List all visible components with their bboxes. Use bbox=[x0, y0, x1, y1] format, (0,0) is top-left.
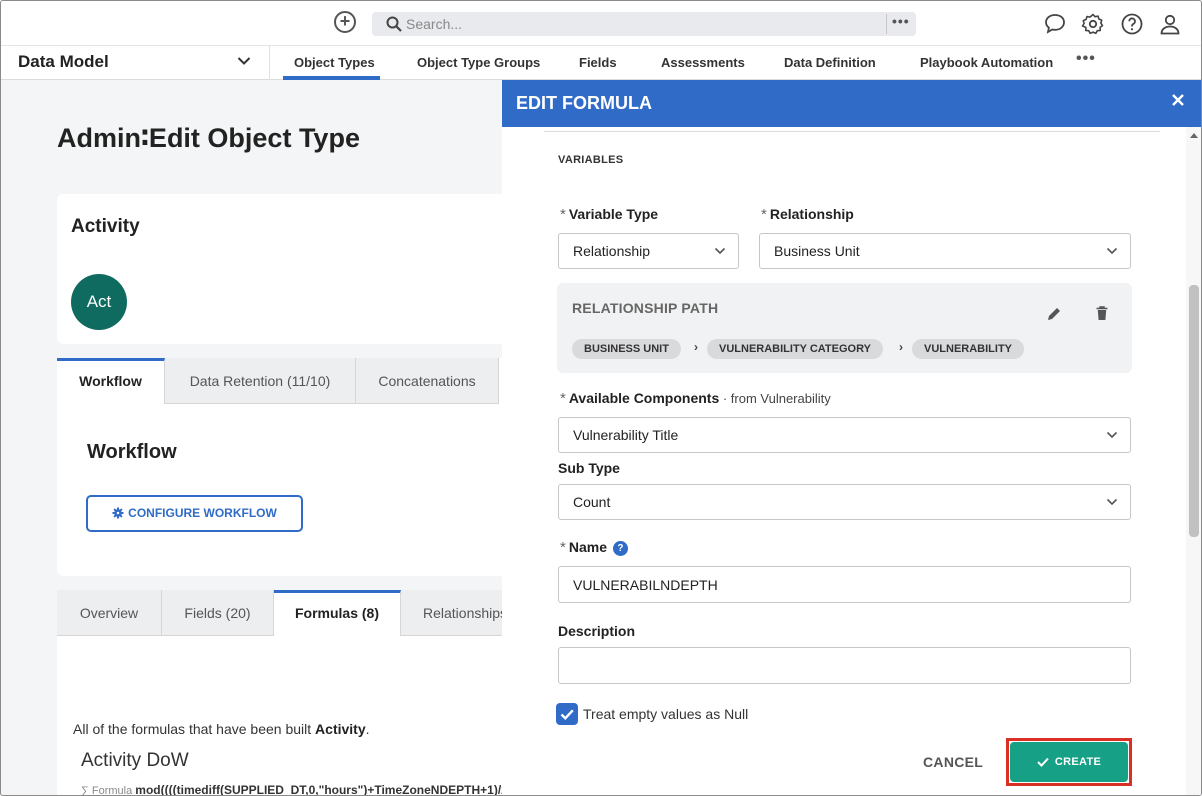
check-icon bbox=[560, 709, 574, 721]
treat-empty-checkbox[interactable] bbox=[556, 703, 578, 725]
sub-type-label: Sub Type bbox=[558, 460, 620, 476]
edit-formula-panel: EDIT FORMULA VARIABLES * Variable Type Re… bbox=[502, 80, 1201, 795]
description-input[interactable] bbox=[558, 647, 1131, 684]
panel-header: EDIT FORMULA bbox=[502, 80, 1201, 127]
detail-tabs: Overview Fields (20) Formulas (8) Relati… bbox=[57, 590, 517, 636]
trash-icon[interactable] bbox=[1094, 305, 1110, 321]
formulas-intro: All of the formulas that have been built… bbox=[73, 721, 370, 737]
workflow-heading: Workflow bbox=[87, 441, 177, 463]
name-input[interactable] bbox=[558, 566, 1131, 603]
relationship-path-box: RELATIONSHIP PATH BUSINESS UNIT › VULNER… bbox=[557, 283, 1132, 373]
settings-icon[interactable] bbox=[1081, 12, 1105, 36]
help-icon[interactable] bbox=[1120, 12, 1144, 36]
check-icon bbox=[1037, 757, 1049, 767]
path-chip: VULNERABILITY bbox=[912, 339, 1024, 359]
page-title: Admin∶Edit Object Type bbox=[57, 123, 360, 153]
object-type-card: Activity Act bbox=[57, 194, 517, 344]
sub-type-select[interactable]: Count bbox=[558, 484, 1131, 520]
divider bbox=[544, 131, 1160, 132]
formula-name[interactable]: Activity DoW bbox=[81, 750, 189, 772]
formula-expression: ∑ Formula mod((((timediff(SUPPLIED_DT,0,… bbox=[81, 783, 533, 796]
nav-tab-data-definition[interactable]: Data Definition bbox=[784, 55, 876, 70]
name-label: * Name? bbox=[560, 539, 628, 556]
nav-divider bbox=[269, 46, 270, 80]
panel-title: EDIT FORMULA bbox=[516, 93, 652, 113]
close-icon[interactable] bbox=[1170, 92, 1186, 108]
search-bar[interactable]: ••• bbox=[372, 12, 916, 36]
search-divider bbox=[886, 14, 887, 34]
chat-icon[interactable] bbox=[1043, 12, 1067, 36]
avatar: Act bbox=[71, 274, 127, 330]
create-label: CREATE bbox=[1054, 756, 1102, 768]
tab-formulas[interactable]: Formulas (8) bbox=[274, 590, 401, 636]
relationship-path-label: RELATIONSHIP PATH bbox=[572, 300, 719, 316]
chevron-down-icon bbox=[714, 247, 726, 255]
chevron-down-icon[interactable] bbox=[237, 56, 251, 66]
object-type-name: Activity bbox=[71, 216, 140, 237]
path-chip: VULNERABILITY CATEGORY bbox=[707, 339, 883, 359]
help-icon[interactable]: ? bbox=[612, 541, 628, 556]
tab-fields[interactable]: Fields (20) bbox=[162, 590, 274, 636]
nav-tab-object-type-groups[interactable]: Object Type Groups bbox=[417, 55, 540, 70]
configure-workflow-label: CONFIGURE WORKFLOW bbox=[128, 506, 277, 520]
nav-bar: Data Model Object Types Object Type Grou… bbox=[1, 45, 1201, 80]
add-icon[interactable]: + bbox=[334, 11, 356, 33]
chevron-down-icon bbox=[1106, 498, 1118, 506]
relationship-label: * Relationship bbox=[761, 206, 854, 223]
tab-relationships[interactable]: Relationships bbox=[401, 590, 517, 636]
chevron-down-icon bbox=[1106, 247, 1118, 255]
configure-workflow-button[interactable]: CONFIGURE WORKFLOW bbox=[86, 495, 303, 532]
nav-tab-playbook-automation[interactable]: Playbook Automation bbox=[920, 55, 1053, 70]
create-button[interactable]: CREATE bbox=[1010, 742, 1128, 782]
tab-concatenations[interactable]: Concatenations bbox=[356, 358, 499, 404]
treat-empty-label: Treat empty values as Null bbox=[583, 706, 749, 722]
chevron-down-icon bbox=[1106, 431, 1118, 439]
tab-overview[interactable]: Overview bbox=[57, 590, 162, 636]
variable-type-label: * Variable Type bbox=[560, 206, 659, 223]
variables-heading: VARIABLES bbox=[558, 154, 624, 166]
nav-tab-fields[interactable]: Fields bbox=[579, 55, 617, 70]
cancel-button[interactable]: CANCEL bbox=[923, 754, 983, 770]
app-window: + ••• Data Model Object Types Object Typ… bbox=[0, 0, 1202, 796]
top-bar: + ••• bbox=[1, 1, 1201, 45]
scrollbar-thumb[interactable] bbox=[1189, 285, 1199, 537]
search-more-icon[interactable]: ••• bbox=[892, 13, 910, 29]
settings-tabs: Workflow Data Retention (11/10) Concaten… bbox=[57, 358, 517, 404]
active-tab-indicator bbox=[283, 76, 380, 80]
formulas-card: Overview Fields (20) Formulas (8) Relati… bbox=[57, 590, 532, 795]
description-label: Description bbox=[558, 623, 636, 639]
tab-data-retention[interactable]: Data Retention (11/10) bbox=[165, 358, 356, 404]
nav-tab-object-types[interactable]: Object Types bbox=[294, 55, 375, 70]
available-components-select[interactable]: Vulnerability Title bbox=[558, 417, 1131, 453]
scroll-up-icon[interactable] bbox=[1189, 131, 1199, 139]
search-icon bbox=[386, 16, 402, 32]
gear-icon bbox=[112, 507, 124, 519]
path-chip: BUSINESS UNIT bbox=[572, 339, 681, 359]
workflow-card: Workflow Data Retention (11/10) Concaten… bbox=[57, 358, 517, 576]
section-selector[interactable]: Data Model bbox=[18, 52, 109, 72]
pencil-icon[interactable] bbox=[1046, 306, 1062, 322]
tab-workflow[interactable]: Workflow bbox=[57, 358, 165, 404]
available-components-label: * Available Components · from Vulnerabili… bbox=[560, 390, 831, 407]
relationship-select[interactable]: Business Unit bbox=[759, 233, 1131, 269]
user-icon[interactable] bbox=[1158, 12, 1182, 36]
variable-type-select[interactable]: Relationship bbox=[558, 233, 739, 269]
path-separator-icon: › bbox=[899, 340, 903, 354]
path-separator-icon: › bbox=[694, 340, 698, 354]
search-input[interactable] bbox=[406, 14, 886, 34]
nav-tab-assessments[interactable]: Assessments bbox=[661, 55, 745, 70]
nav-more-icon[interactable]: ••• bbox=[1076, 50, 1096, 68]
